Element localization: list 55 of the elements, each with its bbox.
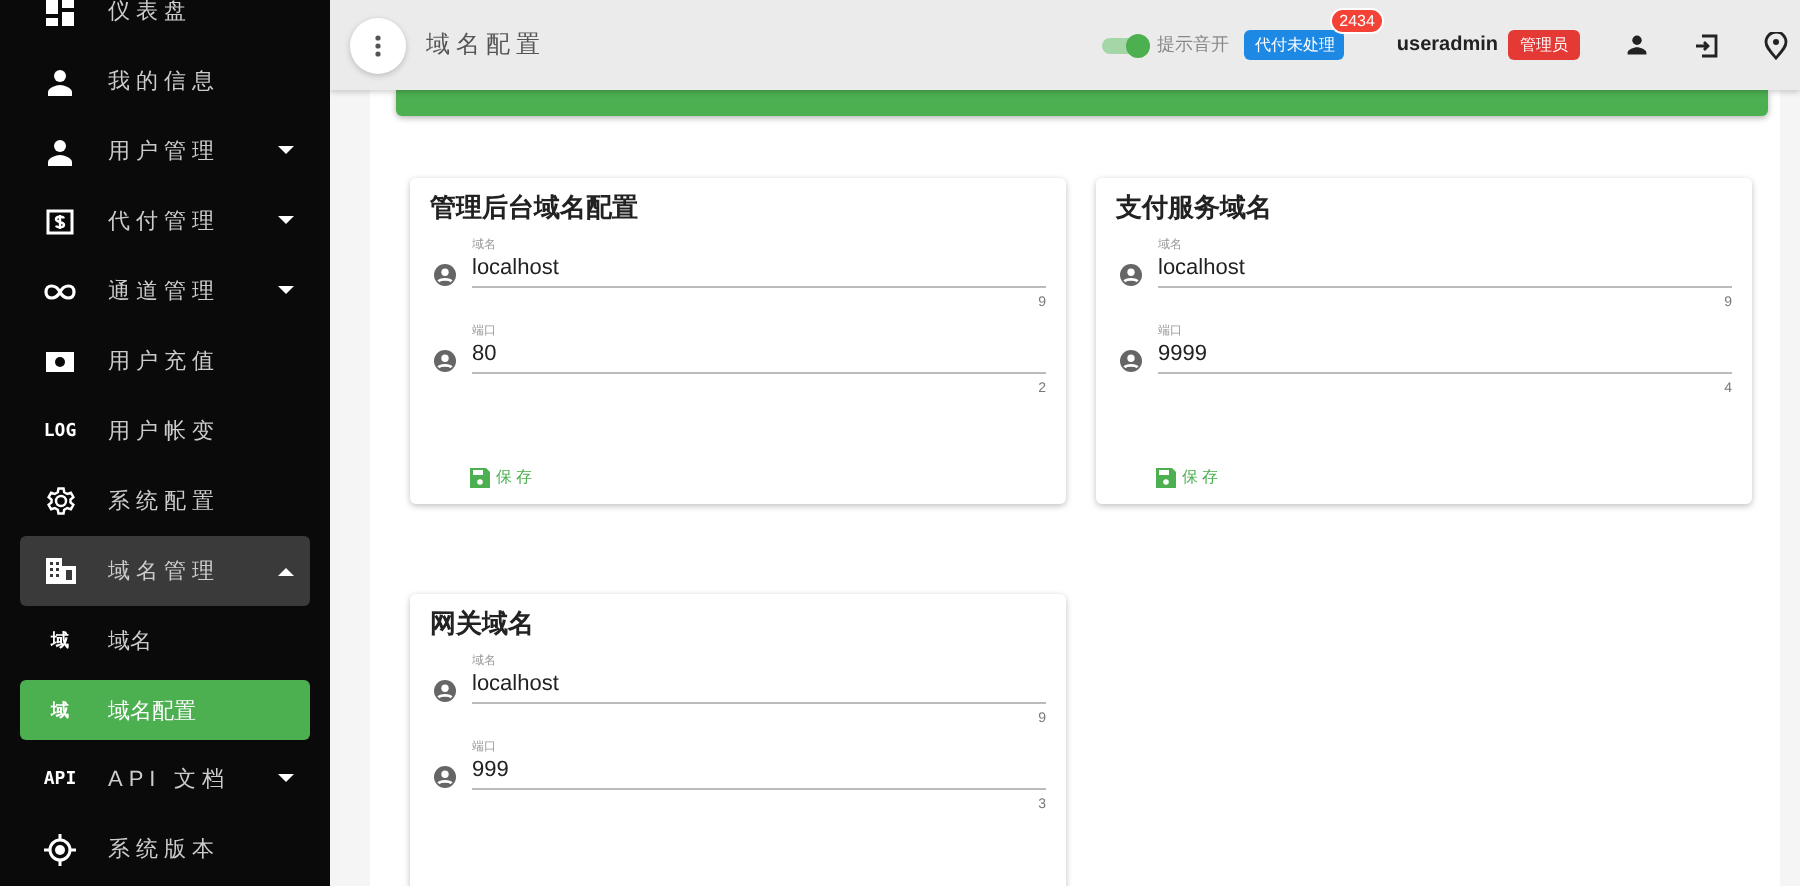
card-title: 支付服务域名 [1116, 190, 1272, 226]
location-button[interactable] [1764, 31, 1788, 59]
account-icon [1120, 350, 1142, 372]
text-icon: 域 [51, 697, 69, 723]
profile-button[interactable] [1626, 34, 1648, 56]
text-icon: 域 [51, 628, 69, 654]
sound-toggle[interactable] [1102, 31, 1151, 59]
role-badge: 管理员 [1508, 30, 1580, 60]
sidebar-item[interactable]: 用户管理 [20, 116, 310, 186]
caret-icon [278, 774, 294, 784]
pending-badge[interactable]: 代付未处理 [1244, 30, 1345, 60]
person-icon [46, 67, 74, 95]
person-icon [1626, 34, 1648, 56]
sidebar-item[interactable]: 域名管理 [20, 536, 310, 606]
sidebar-item[interactable]: 代付管理 [20, 186, 310, 256]
caret-icon [278, 146, 294, 156]
person-icon [46, 137, 74, 165]
sidebar-item[interactable]: LOG 用户帐变 [20, 396, 310, 466]
floppy-icon [1156, 467, 1176, 487]
sidebar-item[interactable]: 我的信息 [20, 46, 310, 116]
text-icon: LOG [43, 421, 77, 441]
target-icon [44, 833, 76, 865]
account-icon [434, 350, 456, 372]
logout-button[interactable] [1694, 33, 1718, 57]
account-icon [1120, 264, 1142, 286]
menu-icon [374, 33, 382, 57]
card-title: 管理后台域名配置 [430, 190, 638, 226]
count-badge: 2434 [1329, 8, 1385, 34]
sidebar-item[interactable]: 仪表盘 [20, 0, 310, 46]
infinity-icon [42, 281, 78, 301]
dollar-icon [46, 207, 74, 235]
floppy-icon [470, 467, 490, 487]
account-icon [434, 264, 456, 286]
settings-icon [45, 486, 75, 516]
sidebar-item[interactable]: 系统版本 [20, 814, 310, 884]
account-icon [434, 766, 456, 788]
caret-icon [278, 216, 294, 226]
account-icon [434, 680, 456, 702]
sidebar-item[interactable]: 域 域名 [20, 606, 310, 676]
username: useradmin [1396, 34, 1498, 56]
toggle-label: 提示音开 [1156, 32, 1229, 58]
building-icon [45, 558, 75, 584]
caret-icon [278, 286, 294, 296]
card-title: 网关域名 [430, 606, 534, 642]
sidebar-item[interactable]: 通道管理 [20, 256, 310, 326]
dashboard-icon [46, 0, 74, 25]
sidebar-item[interactable]: 系统配置 [20, 466, 310, 536]
banknote-icon [46, 351, 74, 371]
page-title: 域名配置 [426, 28, 548, 62]
caret-icon [278, 566, 294, 576]
exit-icon [1694, 33, 1718, 57]
location-pin-icon [1764, 31, 1788, 59]
text-icon: API [43, 769, 77, 789]
sidebar-item[interactable]: 用户充值 [20, 326, 310, 396]
sidebar-item[interactable]: API API 文档 [20, 744, 310, 814]
